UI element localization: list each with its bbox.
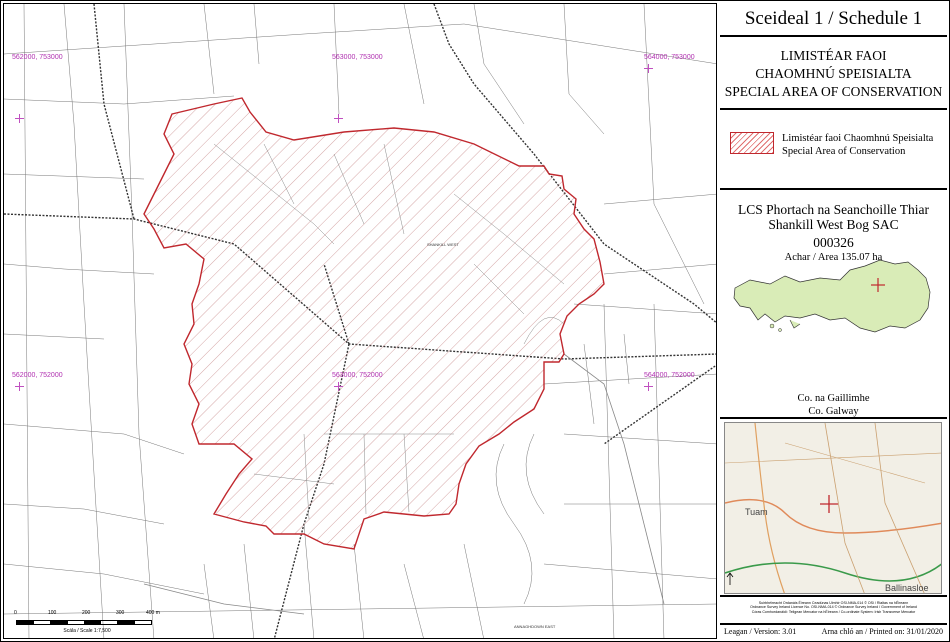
grid-cross — [334, 114, 343, 123]
grid-cross — [644, 382, 653, 391]
grid-cross — [334, 382, 343, 391]
county-name-en: Co. Galway — [808, 406, 859, 417]
site-name-en: Shankill West Bog SAC — [768, 217, 899, 232]
grid-label: 564000, 753000 — [644, 54, 695, 61]
sac-boundary[interactable] — [143, 97, 605, 550]
version-label: Leagan / Version: 3.01 — [724, 627, 797, 636]
grid-cross — [644, 64, 653, 73]
sac-heading-line2: CHAOMHNÚ SPEISIALTA — [755, 66, 912, 81]
scale-caption: Scála / Scale 1:7,500 — [63, 628, 111, 634]
location-town-ballinasloe: Ballinasloe — [885, 583, 929, 593]
credit-line: Córas Comhordanáidí: Teilgean Mercator n… — [751, 609, 916, 614]
grid-label: 564000, 752000 — [644, 372, 695, 379]
county-name-ga: Co. na Gaillimhe — [797, 393, 870, 404]
road-label: ANNAGHDOWN EAST — [514, 624, 556, 629]
credits: Suirbhéireacht Ordanáis Éireann Ceadúnas… — [720, 596, 947, 624]
sac-heading-line1: LIMISTÉAR FAOI — [780, 48, 887, 63]
version-footer: Leagan / Version: 3.01 Arna chló an / Pr… — [720, 624, 947, 639]
sac-heading: LIMISTÉAR FAOI CHAOMHNÚ SPEISIALTA SPECI… — [720, 36, 947, 109]
site-info: LCS Phortach na Seanchoille Thiar Shanki… — [720, 189, 947, 418]
parcel-map — [4, 4, 716, 638]
legend-label-en: Special Area of Conservation — [782, 146, 906, 157]
county-outline-map — [733, 259, 931, 333]
site-code: 000326 — [813, 235, 854, 250]
grid-cross — [15, 382, 24, 391]
grid-label: 563000, 752000 — [332, 372, 383, 379]
scale-tick: 300 — [116, 610, 125, 616]
legend: Limistéar faoi Chaomhnú Speisialta Speci… — [720, 109, 947, 189]
location-town-tuam: Tuam — [745, 507, 768, 517]
legend-label-ga: Limistéar faoi Chaomhnú Speisialta — [782, 133, 934, 144]
location-map[interactable]: Tuam Ballinasloe — [720, 418, 947, 596]
scale-tick: 100 — [48, 610, 57, 616]
sac-heading-line3: SPECIAL AREA OF CONSERVATION — [724, 84, 943, 99]
scale-bar: 0 100 200 300 400 m Scála / Scale 1:7,50… — [12, 610, 162, 638]
map-view[interactable]: 562000, 753000 563000, 753000 564000, 75… — [3, 3, 717, 639]
site-name-ga: LCS Phortach na Seanchoille Thiar — [738, 202, 929, 217]
scale-tick: 200 — [82, 610, 91, 616]
grid-label: 563000, 753000 — [332, 54, 383, 61]
scale-tick: 0 — [14, 610, 17, 616]
grid-label: 562000, 753000 — [12, 54, 63, 61]
scale-bar-graphic — [16, 620, 152, 625]
printed-date: Arna chló an / Printed on: 31/01/2020 — [821, 627, 943, 636]
scale-tick: 400 m — [146, 610, 160, 616]
legend-swatch — [730, 132, 774, 154]
schedule-title: Sceideal 1 / Schedule 1 — [720, 3, 947, 36]
grid-cross — [15, 114, 24, 123]
townland-label: SHANKILL WEST — [427, 242, 459, 247]
grid-label: 562000, 752000 — [12, 372, 63, 379]
info-panel: Sceideal 1 / Schedule 1 LIMISTÉAR FAOI C… — [720, 3, 947, 639]
